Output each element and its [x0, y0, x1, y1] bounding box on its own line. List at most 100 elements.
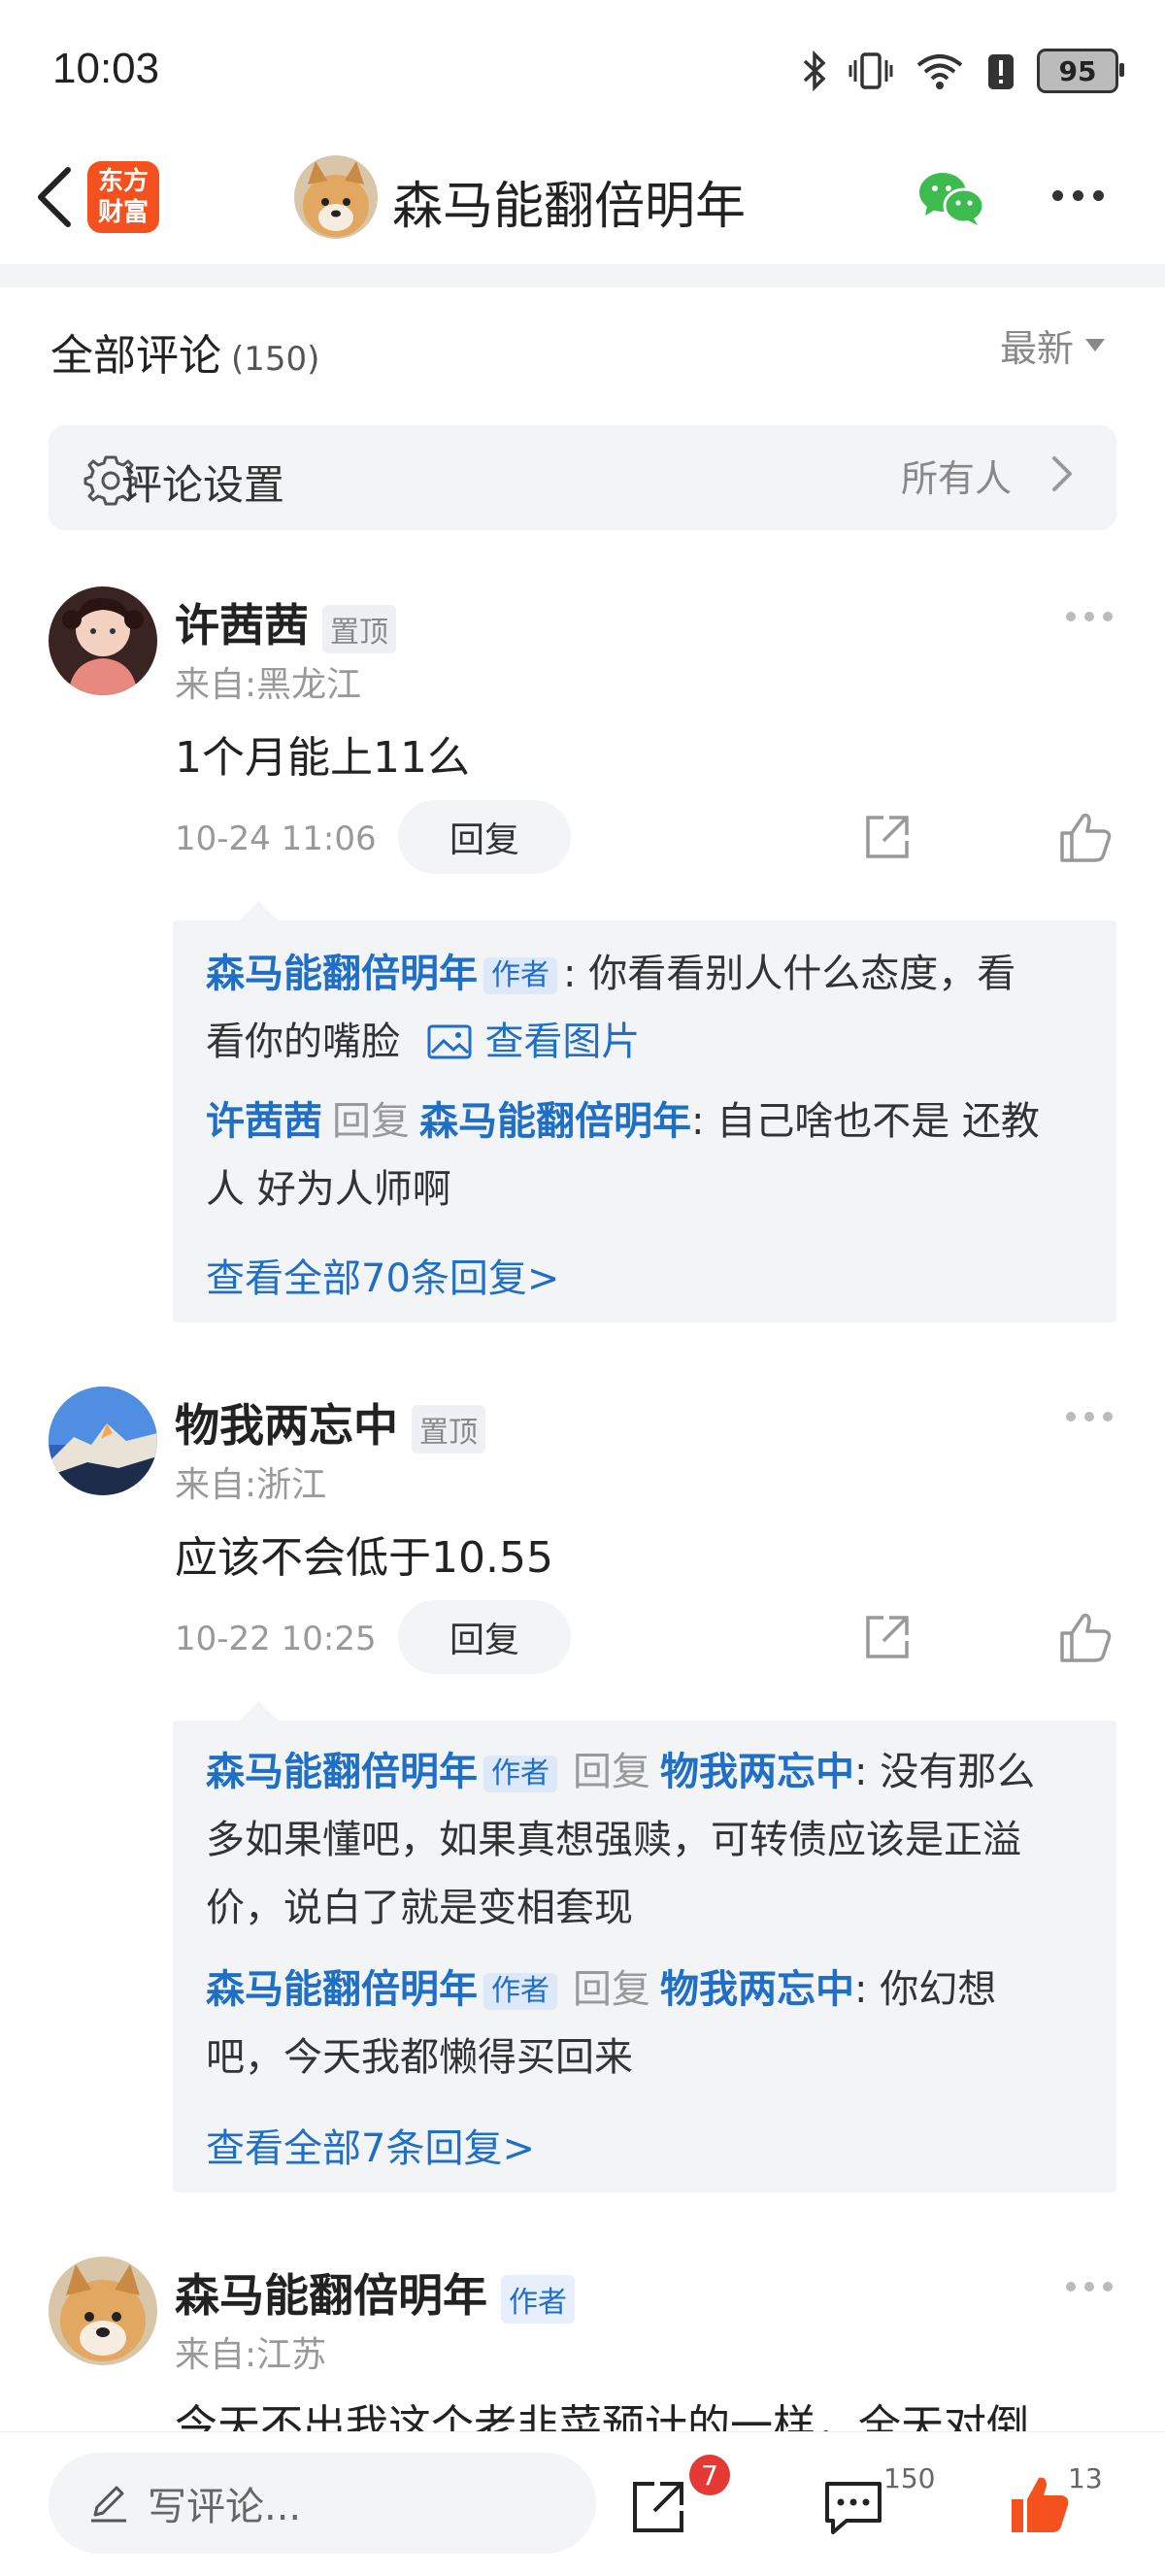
- comment-author[interactable]: 物我两忘中 置顶: [175, 1390, 485, 1455]
- reply-text-cont: 吧，今天我都懒得买回来: [206, 2035, 633, 2080]
- page-title: 森马能翻倍明年: [392, 178, 747, 236]
- edit-icon: [91, 2486, 126, 2523]
- reply-author[interactable]: 许茜茜: [206, 1099, 322, 1144]
- reply-text-cont: 人 好为人师啊: [206, 1167, 451, 1212]
- reply-author[interactable]: 森马能翻倍明年: [206, 1967, 478, 2012]
- back-icon: [38, 167, 71, 227]
- reply-button[interactable]: 回复: [398, 800, 571, 874]
- wifi-icon: [916, 54, 963, 89]
- comments-count: (150): [231, 340, 320, 379]
- like-count: 13: [1068, 2462, 1103, 2494]
- status-icons: 95: [802, 49, 1124, 93]
- share-icon[interactable]: [629, 2478, 687, 2536]
- reply-word: 回复: [573, 1750, 650, 1794]
- comment-text: 应该不会低于10.55: [175, 1533, 553, 1583]
- reply-button[interactable]: 回复: [398, 1600, 571, 1674]
- reply-word: 回复: [332, 1099, 410, 1144]
- comments-header: 全部评论 (150): [50, 320, 319, 383]
- author-name: 森马能翻倍明年: [175, 2269, 487, 2322]
- timestamp: 10-22 10:25: [175, 1620, 377, 1658]
- location: 来自:江苏: [175, 2335, 327, 2375]
- comment-text: 1个月能上11么: [175, 733, 470, 783]
- location: 来自:黑龙江: [175, 665, 362, 705]
- section-divider: [0, 264, 1165, 287]
- sort-label: 最新: [1000, 327, 1075, 370]
- settings-value: 所有人: [901, 457, 1013, 500]
- more-icon[interactable]: [1066, 2282, 1120, 2295]
- replies-pointer: [237, 1701, 280, 1723]
- avatar[interactable]: [49, 586, 157, 695]
- reply-text: 你幻想: [867, 1967, 997, 2012]
- image-icon: [427, 1024, 472, 1059]
- wechat-share-button[interactable]: [917, 169, 985, 227]
- like-icon[interactable]: [1056, 1608, 1115, 1666]
- reply-item[interactable]: 森马能翻倍明年 作者 回复 物我两忘中: 你幻想 吧，今天我都懒得买回来: [206, 1956, 1099, 2091]
- author-badge: 作者: [483, 1756, 557, 1792]
- settings-label: 评论设置: [121, 461, 285, 509]
- reply-separator: :: [563, 952, 577, 996]
- pinned-badge: 置顶: [412, 1404, 485, 1454]
- location: 来自:浙江: [175, 1465, 327, 1505]
- avatar[interactable]: [294, 155, 378, 239]
- chevron-down-icon: [1085, 339, 1106, 351]
- share-icon[interactable]: [860, 1610, 915, 1664]
- view-all-replies-link[interactable]: 查看全部70条回复>: [206, 1247, 559, 1303]
- reply-item[interactable]: 许茜茜 回复 森马能翻倍明年: 自己啥也不是 还教 人 好为人师啊: [206, 1087, 1099, 1223]
- author-badge: 作者: [483, 1973, 557, 2010]
- reply-text-cont: 价，说白了就是变相套现: [206, 1886, 633, 1930]
- more-icon[interactable]: [1052, 190, 1111, 204]
- bluetooth-icon: [803, 50, 826, 91]
- like-icon[interactable]: [1056, 808, 1115, 866]
- vibrate-icon: [849, 52, 893, 89]
- reply-separator: :: [854, 1967, 868, 2012]
- comment-icon[interactable]: [821, 2478, 885, 2538]
- reply-text-cont: 看你的嘴脸: [206, 1020, 400, 1064]
- reply-text-cont: 多如果懂吧，如果真想强赎，可转债应该是正溢: [206, 1818, 1021, 1862]
- reply-separator: :: [691, 1099, 705, 1144]
- replies-pointer: [237, 901, 280, 922]
- timestamp: 10-24 11:06: [175, 820, 377, 858]
- logo-line1: 东方: [97, 167, 149, 196]
- comment-count: 150: [883, 2462, 936, 2494]
- reply-author[interactable]: 森马能翻倍明年: [206, 952, 478, 996]
- comment-placeholder: 写评论...: [148, 2485, 302, 2529]
- alert-icon: [988, 54, 1014, 89]
- reply-word: 回复: [573, 1967, 650, 2012]
- avatar[interactable]: [49, 2257, 157, 2365]
- comment-author[interactable]: 许茜茜 置顶: [175, 590, 396, 654]
- comment-input[interactable]: 写评论...: [49, 2453, 596, 2554]
- status-time: 10:03: [52, 45, 160, 92]
- author-badge: 作者: [483, 957, 557, 994]
- sort-dropdown[interactable]: 最新: [1000, 318, 1106, 372]
- share-icon[interactable]: [860, 810, 915, 864]
- logo-line2: 财富: [97, 198, 149, 227]
- reply-text: 自己啥也不是 还教: [704, 1099, 1040, 1144]
- chevron-right-icon: [1052, 456, 1072, 491]
- wechat-icon: [919, 173, 985, 225]
- reply-author[interactable]: 森马能翻倍明年: [206, 1750, 478, 1794]
- reply-target[interactable]: 森马能翻倍明年: [419, 1099, 691, 1144]
- reply-target[interactable]: 物我两忘中: [660, 1750, 854, 1794]
- reply-item[interactable]: 森马能翻倍明年 作者: 你看看别人什么态度，看 看你的嘴脸 查看图片: [206, 940, 1099, 1076]
- battery-icon: 95: [1037, 49, 1124, 93]
- pinned-badge: 置顶: [322, 604, 396, 653]
- view-all-replies-link[interactable]: 查看全部7条回复>: [206, 2117, 535, 2173]
- comments-title: 全部评论: [50, 331, 221, 381]
- reply-item[interactable]: 森马能翻倍明年 作者 回复 物我两忘中: 没有那么 多如果懂吧，如果真想强赎，可转债应…: [206, 1738, 1099, 1942]
- avatar[interactable]: [49, 1387, 157, 1495]
- more-icon[interactable]: [1066, 612, 1120, 625]
- back-button[interactable]: [25, 163, 83, 231]
- reply-text: 没有那么: [867, 1750, 1036, 1794]
- share-count-badge: 7: [689, 2455, 730, 2495]
- author-name: 许茜茜: [175, 599, 309, 652]
- view-image-link[interactable]: 查看图片: [426, 1020, 641, 1064]
- app-logo[interactable]: 东方 财富: [87, 161, 159, 233]
- reply-text: 你看看别人什么态度，看: [576, 952, 1016, 996]
- reply-separator: :: [854, 1750, 868, 1794]
- author-badge: 作者: [501, 2274, 575, 2324]
- more-icon[interactable]: [1066, 1412, 1120, 1425]
- reply-target[interactable]: 物我两忘中: [660, 1967, 854, 2012]
- view-image-label: 查看图片: [484, 1020, 641, 1064]
- comment-author[interactable]: 森马能翻倍明年 作者: [175, 2260, 575, 2325]
- like-icon[interactable]: [1008, 2472, 1072, 2536]
